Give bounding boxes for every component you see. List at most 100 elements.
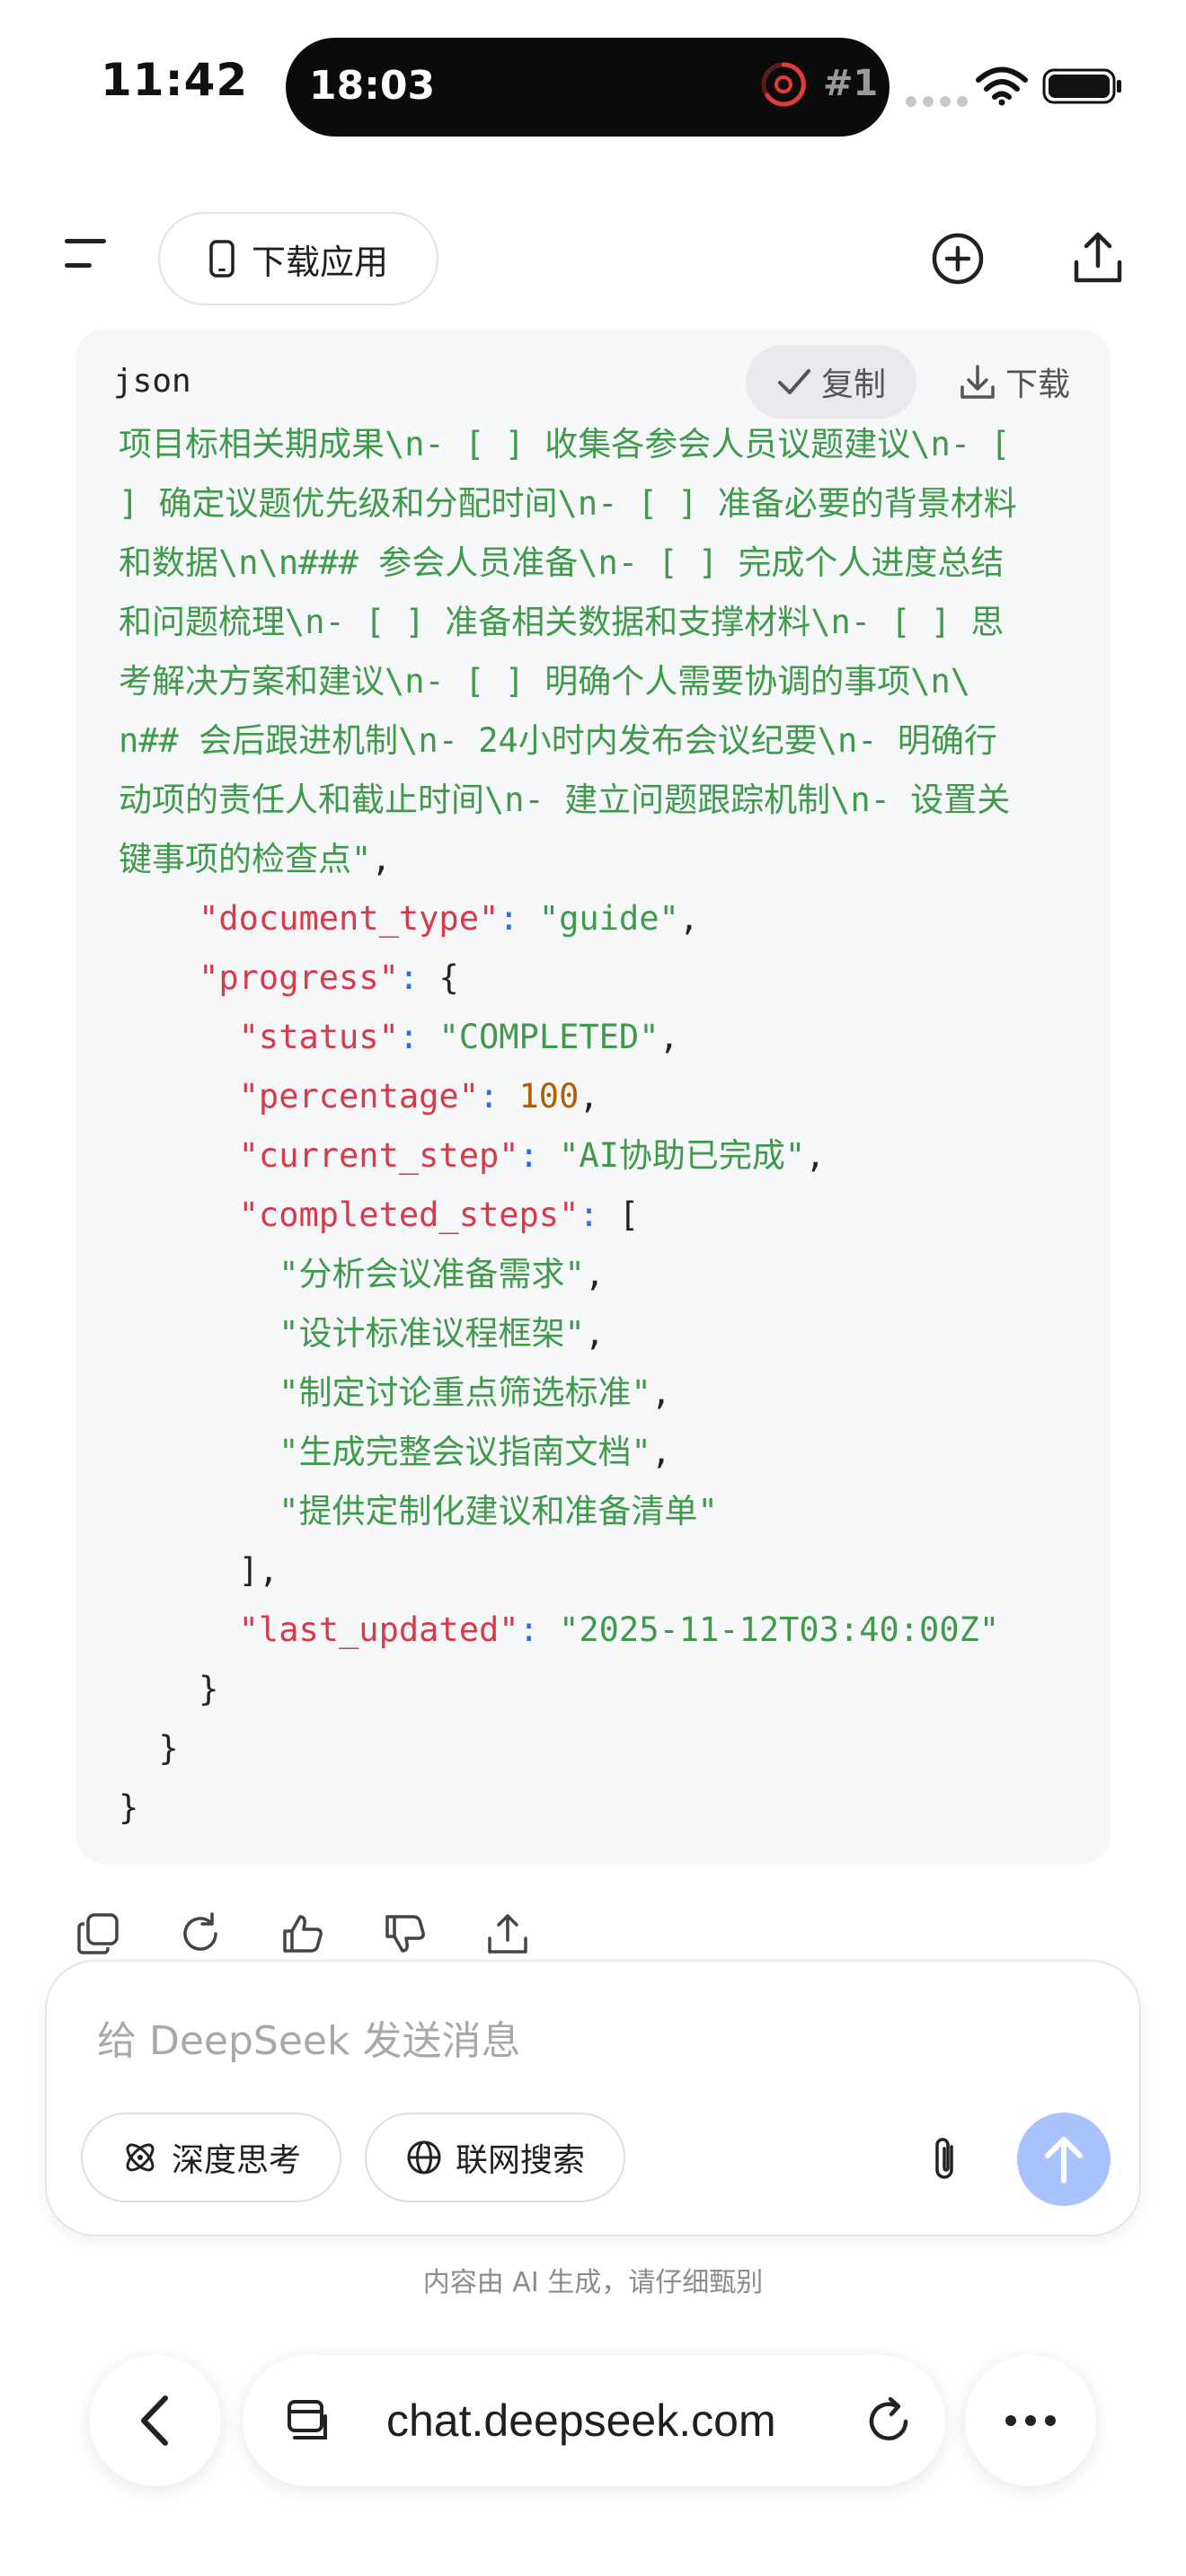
back-button[interactable]	[90, 2355, 221, 2486]
url-bar[interactable]: chat.deepseek.com	[243, 2355, 945, 2486]
code-line: ] 确定议题优先级和分配时间\n- [ ] 准备必要的背景材料	[119, 474, 1089, 534]
code-line: "提供定制化建议和准备清单"	[119, 1482, 1089, 1541]
reload-icon[interactable]	[863, 2395, 915, 2447]
code-line: "last_updated": "2025-11-12T03:40:00Z"	[119, 1601, 1089, 1660]
send-button[interactable]	[1017, 2113, 1111, 2206]
code-token: "document_type"	[199, 899, 500, 938]
code-token: "AI协助已完成"	[559, 1136, 806, 1175]
atom-icon	[126, 2143, 155, 2172]
code-token: ,	[651, 1433, 672, 1471]
message-input[interactable]: 给 DeepSeek 发送消息	[97, 2008, 520, 2066]
code-token: "分析会议准备需求"	[279, 1255, 585, 1293]
code-block: json 复制 下载 项目标相关期成果\n- [ ] 收集各参会人员议题建议\n…	[75, 329, 1111, 1865]
code-token: 和问题梳理\n- [ ] 准备相关数据和支撑材料\n- [ ] 思	[119, 603, 1005, 641]
island-badge: #1	[823, 63, 879, 104]
web-search-label: 联网搜索	[455, 2142, 585, 2179]
attach-icon[interactable]	[924, 2134, 969, 2184]
phone-icon	[209, 240, 235, 278]
code-token: :	[398, 1018, 439, 1056]
code-line: "制定讨论重点筛选标准",	[119, 1363, 1089, 1423]
code-token: 动项的责任人和截止时间\n- 建立问题跟踪机制\n- 设置关	[119, 781, 1011, 819]
arrow-up-icon	[1045, 2137, 1083, 2183]
code-line: }	[119, 1660, 1089, 1719]
code-line: 和问题梳理\n- [ ] 准备相关数据和支撑材料\n- [ ] 思	[119, 593, 1089, 652]
thumbs-up-icon[interactable]	[280, 1911, 325, 1956]
code-token: ,	[584, 1314, 606, 1353]
copy-icon[interactable]	[75, 1911, 120, 1956]
ai-disclaimer: 内容由 AI 生成，请仔细甄别	[422, 2267, 764, 2298]
more-button[interactable]	[965, 2355, 1096, 2486]
code-token: 100	[518, 1077, 580, 1116]
new-chat-icon[interactable]	[931, 232, 985, 286]
code-token: ,	[579, 1077, 599, 1116]
code-token: "current_step"	[238, 1136, 519, 1175]
code-line: "生成完整会议指南文档",	[119, 1423, 1089, 1482]
code-token: ,	[584, 1255, 606, 1293]
code-token: ],	[119, 1551, 279, 1590]
code-line: 项目标相关期成果\n- [ ] 收集各参会人员议题建议\n- [	[119, 415, 1089, 474]
copy-label: 复制	[820, 366, 886, 403]
more-dots-icon	[1005, 2415, 1056, 2426]
code-token: "status"	[238, 1018, 399, 1056]
download-app-button[interactable]: 下载应用	[158, 212, 438, 305]
code-token: ,	[678, 899, 700, 938]
download-icon	[960, 365, 995, 399]
code-token: "制定讨论重点筛选标准"	[279, 1373, 651, 1412]
code-token: ,	[651, 1373, 672, 1412]
code-token: :	[579, 1195, 619, 1234]
deep-think-button[interactable]: 深度思考	[81, 2113, 341, 2202]
thumbs-down-icon[interactable]	[383, 1911, 428, 1956]
code-token: [	[618, 1195, 640, 1234]
download-code-button[interactable]: 下载	[938, 345, 1091, 419]
code-token: ,	[805, 1136, 826, 1175]
status-time: 11:42	[101, 54, 249, 106]
island-timer-text: 18:03	[309, 63, 436, 109]
code-token: }	[119, 1670, 219, 1708]
globe-icon	[407, 2140, 441, 2175]
code-line: 和数据\n\n### 参会人员准备\n- [ ] 完成个人进度总结	[119, 534, 1089, 593]
code-line: ],	[119, 1541, 1089, 1601]
message-composer: 给 DeepSeek 发送消息 深度思考 联网搜索	[45, 1960, 1141, 2236]
code-token: 键事项的检查点"	[119, 840, 372, 878]
code-token: "提供定制化建议和准备清单"	[279, 1492, 718, 1531]
tabs-icon[interactable]	[284, 2396, 332, 2445]
code-content: 项目标相关期成果\n- [ ] 收集各参会人员议题建议\n- [] 确定议题优先…	[119, 415, 1089, 1838]
code-token: "guide"	[538, 899, 679, 938]
code-line: }	[119, 1778, 1089, 1838]
code-token: "2025-11-12T03:40:00Z"	[559, 1610, 1000, 1649]
sidebar-menu-icon[interactable]	[63, 235, 110, 271]
code-token: "设计标准议程框架"	[279, 1314, 585, 1353]
code-line: "current_step": "AI协助已完成",	[119, 1126, 1089, 1186]
code-token: "percentage"	[238, 1077, 479, 1116]
code-token: ,	[371, 840, 392, 878]
download-app-label: 下载应用	[251, 242, 388, 282]
regenerate-icon[interactable]	[178, 1911, 223, 1956]
copy-code-button[interactable]: 复制	[746, 345, 916, 419]
web-search-button[interactable]: 联网搜索	[365, 2113, 625, 2202]
code-line: "分析会议准备需求",	[119, 1245, 1089, 1304]
code-token: {	[438, 958, 459, 997]
code-token: :	[478, 1077, 519, 1116]
url-text: chat.deepseek.com	[386, 2395, 776, 2446]
share-icon[interactable]	[1071, 230, 1125, 286]
code-token: }	[119, 1788, 139, 1827]
code-line: 键事项的检查点",	[119, 830, 1089, 889]
code-token: "last_updated"	[238, 1610, 519, 1649]
code-line: "document_type": "guide",	[119, 889, 1089, 948]
code-token: :	[398, 958, 439, 997]
code-line: 动项的责任人和截止时间\n- 建立问题跟踪机制\n- 设置关	[119, 771, 1089, 830]
code-token: "completed_steps"	[238, 1195, 580, 1234]
code-token: "COMPLETED"	[438, 1018, 659, 1056]
code-line: "percentage": 100,	[119, 1067, 1089, 1126]
code-token: ,	[659, 1018, 679, 1056]
share-message-icon[interactable]	[485, 1911, 530, 1956]
timer-icon	[761, 62, 806, 107]
